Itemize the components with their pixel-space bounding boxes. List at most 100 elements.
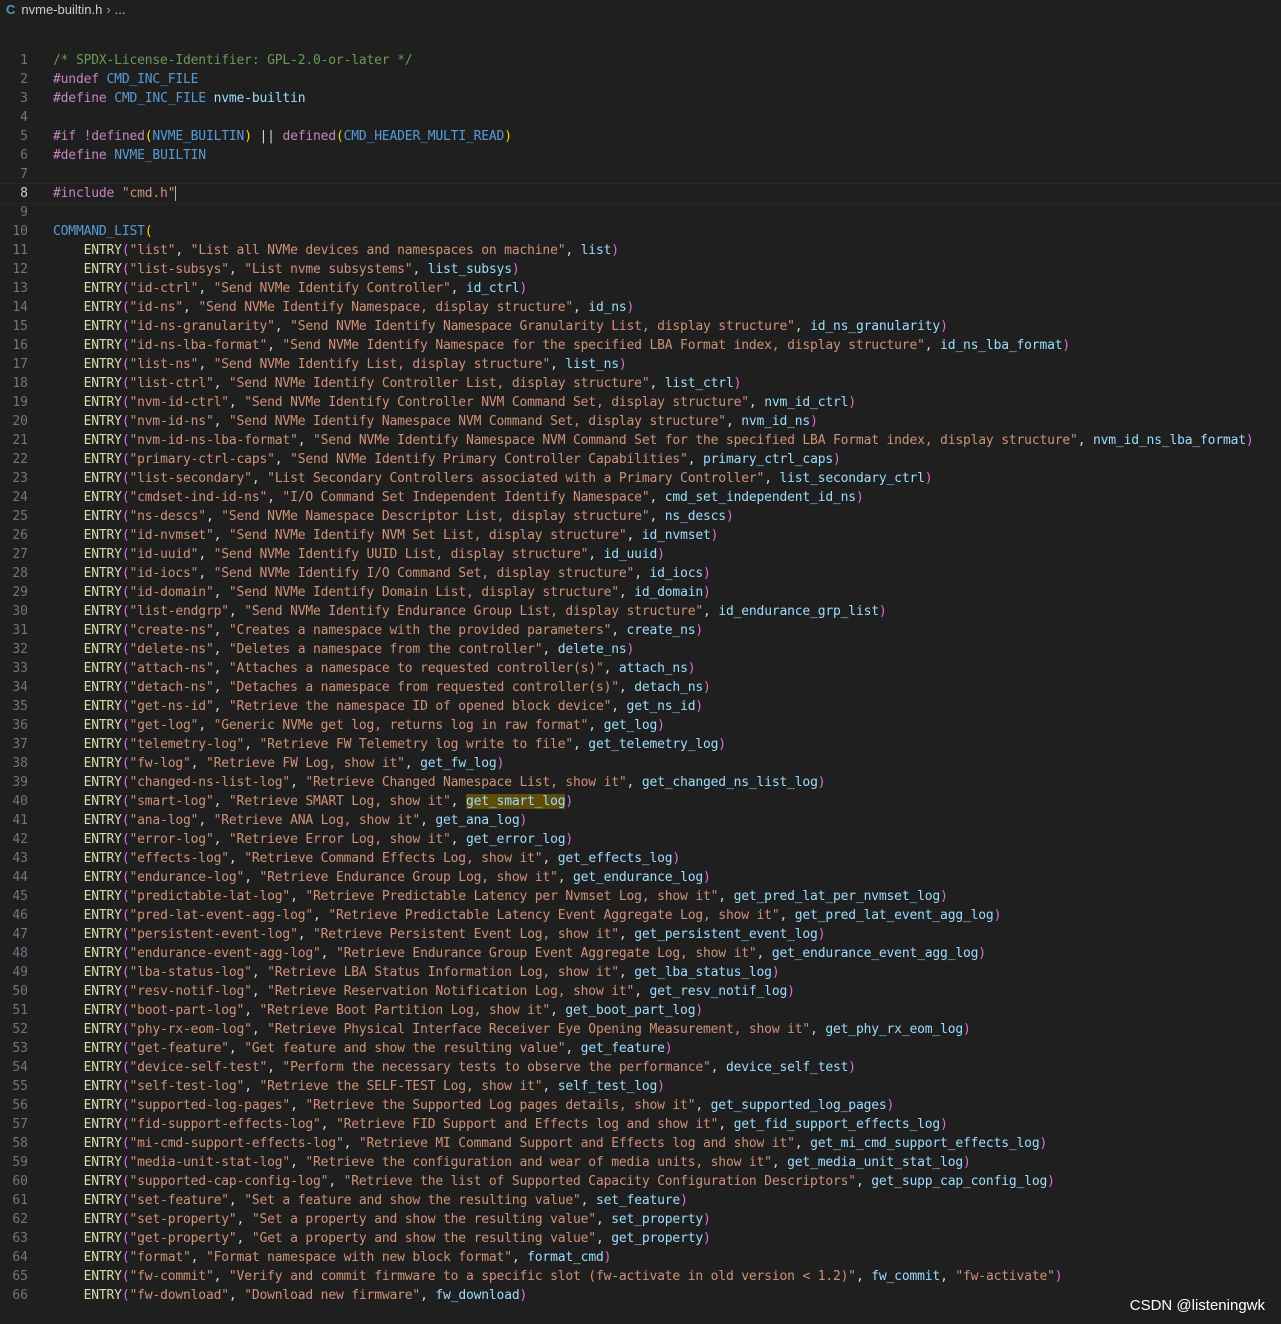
- line-code: ENTRY("nvm-id-ctrl", "Send NVMe Identify…: [83, 395, 857, 410]
- line-number: 24: [12, 490, 28, 505]
- code-line[interactable]: 45 ENTRY("predictable-lat-log", "Retriev…: [0, 887, 1281, 906]
- code-line[interactable]: 15 ENTRY("id-ns-granularity", "Send NVMe…: [0, 317, 1281, 336]
- code-line[interactable]: 5 #if !defined(NVME_BUILTIN) || defined(C…: [0, 127, 1281, 146]
- code-line[interactable]: 41 ENTRY("ana-log", "Retrieve ANA Log, s…: [0, 811, 1281, 830]
- line-code: ENTRY("id-nvmset", "Send NVMe Identify N…: [83, 528, 719, 543]
- code-line[interactable]: 13 ENTRY("id-ctrl", "Send NVMe Identify …: [0, 279, 1281, 298]
- code-line[interactable]: 36 ENTRY("get-log", "Generic NVMe get lo…: [0, 716, 1281, 735]
- code-line[interactable]: 24 ENTRY("cmdset-ind-id-ns", "I/O Comman…: [0, 488, 1281, 507]
- line-number: 6: [20, 148, 28, 163]
- code-line[interactable]: 29 ENTRY("id-domain", "Send NVMe Identif…: [0, 583, 1281, 602]
- line-number: 50: [12, 984, 28, 999]
- code-line[interactable]: 44 ENTRY("endurance-log", "Retrieve Endu…: [0, 868, 1281, 887]
- line-code: ENTRY("id-ns-granularity", "Send NVMe Id…: [83, 319, 948, 334]
- code-line[interactable]: 23 ENTRY("list-secondary", "List Seconda…: [0, 469, 1281, 488]
- code-line[interactable]: 10 COMMAND_LIST(: [0, 222, 1281, 241]
- code-line[interactable]: 26 ENTRY("id-nvmset", "Send NVMe Identif…: [0, 526, 1281, 545]
- code-line[interactable]: 49 ENTRY("lba-status-log", "Retrieve LBA…: [0, 963, 1281, 982]
- code-line[interactable]: 22 ENTRY("primary-ctrl-caps", "Send NVMe…: [0, 450, 1281, 469]
- code-line[interactable]: 40 ENTRY("smart-log", "Retrieve SMART Lo…: [0, 792, 1281, 811]
- code-line[interactable]: 6 #define NVME_BUILTIN: [0, 146, 1281, 165]
- code-line[interactable]: 55 ENTRY("self-test-log", "Retrieve the …: [0, 1077, 1281, 1096]
- code-line[interactable]: 39 ENTRY("changed-ns-list-log", "Retriev…: [0, 773, 1281, 792]
- code-line[interactable]: 65 ENTRY("fw-commit", "Verify and commit…: [0, 1267, 1281, 1286]
- code-line[interactable]: 34 ENTRY("detach-ns", "Detaches a namesp…: [0, 678, 1281, 697]
- code-line[interactable]: 48 ENTRY("endurance-event-agg-log", "Ret…: [0, 944, 1281, 963]
- code-line[interactable]: 59 ENTRY("media-unit-stat-log", "Retriev…: [0, 1153, 1281, 1172]
- code-line[interactable]: 35 ENTRY("get-ns-id", "Retrieve the name…: [0, 697, 1281, 716]
- line-number: 30: [12, 604, 28, 619]
- breadcrumb-file[interactable]: nvme-builtin.h: [21, 2, 102, 17]
- line-code: ENTRY("changed-ns-list-log", "Retrieve C…: [83, 775, 826, 790]
- code-line[interactable]: 32 ENTRY("delete-ns", "Deletes a namespa…: [0, 640, 1281, 659]
- code-line[interactable]: 43 ENTRY("effects-log", "Retrieve Comman…: [0, 849, 1281, 868]
- code-line[interactable]: 3 #define CMD_INC_FILE nvme-builtin: [0, 89, 1281, 108]
- code-line[interactable]: 51 ENTRY("boot-part-log", "Retrieve Boot…: [0, 1001, 1281, 1020]
- line-code: ENTRY("set-property", "Set a property an…: [83, 1212, 711, 1227]
- line-code: ENTRY("supported-cap-config-log", "Retri…: [83, 1174, 1055, 1189]
- code-line[interactable]: 16 ENTRY("id-ns-lba-format", "Send NVMe …: [0, 336, 1281, 355]
- code-line[interactable]: 20 ENTRY("nvm-id-ns", "Send NVMe Identif…: [0, 412, 1281, 431]
- line-number: 1: [20, 53, 28, 68]
- line-number: 43: [12, 851, 28, 866]
- code-line[interactable]: 1 /* SPDX-License-Identifier: GPL-2.0-or-…: [0, 51, 1281, 70]
- code-line[interactable]: 9: [0, 203, 1281, 222]
- line-code: ENTRY("format", "Format namespace with n…: [83, 1250, 612, 1265]
- line-number: 47: [12, 927, 28, 942]
- line-number: 9: [20, 205, 28, 220]
- line-code: ENTRY("nvm-id-ns-lba-format", "Send NVMe…: [83, 433, 1254, 448]
- code-line[interactable]: 33 ENTRY("attach-ns", "Attaches a namesp…: [0, 659, 1281, 678]
- code-line[interactable]: 63 ENTRY("get-property", "Get a property…: [0, 1229, 1281, 1248]
- code-line[interactable]: 50 ENTRY("resv-notif-log", "Retrieve Res…: [0, 982, 1281, 1001]
- line-code: ENTRY("boot-part-log", "Retrieve Boot Pa…: [83, 1003, 704, 1018]
- code-line[interactable]: 28 ENTRY("id-iocs", "Send NVMe Identify …: [0, 564, 1281, 583]
- line-number: 42: [12, 832, 28, 847]
- code-line[interactable]: 18 ENTRY("list-ctrl", "Send NVMe Identif…: [0, 374, 1281, 393]
- line-code: ENTRY("pred-lat-event-agg-log", "Retriev…: [83, 908, 1002, 923]
- line-code: ENTRY("nvm-id-ns", "Send NVMe Identify N…: [83, 414, 818, 429]
- code-line[interactable]: 53 ENTRY("get-feature", "Get feature and…: [0, 1039, 1281, 1058]
- code-line[interactable]: 27 ENTRY("id-uuid", "Send NVMe Identify …: [0, 545, 1281, 564]
- code-line[interactable]: 2 #undef CMD_INC_FILE: [0, 70, 1281, 89]
- code-editor[interactable]: 1 /* SPDX-License-Identifier: GPL-2.0-or-…: [0, 51, 1281, 1305]
- code-line[interactable]: 25 ENTRY("ns-descs", "Send NVMe Namespac…: [0, 507, 1281, 526]
- line-code: #define CMD_INC_FILE nvme-builtin: [53, 91, 306, 106]
- code-line[interactable]: 64 ENTRY("format", "Format namespace wit…: [0, 1248, 1281, 1267]
- code-line[interactable]: 57 ENTRY("fid-support-effects-log", "Ret…: [0, 1115, 1281, 1134]
- code-line[interactable]: 12 ENTRY("list-subsys", "List nvme subsy…: [0, 260, 1281, 279]
- code-line[interactable]: 61 ENTRY("set-feature", "Set a feature a…: [0, 1191, 1281, 1210]
- code-line[interactable]: 4: [0, 108, 1281, 127]
- code-line[interactable]: 46 ENTRY("pred-lat-event-agg-log", "Retr…: [0, 906, 1281, 925]
- breadcrumb-more[interactable]: ...: [115, 2, 126, 17]
- code-line[interactable]: 11 ENTRY("list", "List all NVMe devices …: [0, 241, 1281, 260]
- code-line[interactable]: 38 ENTRY("fw-log", "Retrieve FW Log, sho…: [0, 754, 1281, 773]
- code-line[interactable]: 47 ENTRY("persistent-event-log", "Retrie…: [0, 925, 1281, 944]
- code-line[interactable]: 7: [0, 165, 1281, 184]
- line-number: 17: [12, 357, 28, 372]
- line-code: ENTRY("id-ctrl", "Send NVMe Identify Con…: [83, 281, 528, 296]
- line-number: 55: [12, 1079, 28, 1094]
- code-line[interactable]: 31 ENTRY("create-ns", "Creates a namespa…: [0, 621, 1281, 640]
- code-line[interactable]: 60 ENTRY("supported-cap-config-log", "Re…: [0, 1172, 1281, 1191]
- code-line[interactable]: 42 ENTRY("error-log", "Retrieve Error Lo…: [0, 830, 1281, 849]
- code-line[interactable]: 62 ENTRY("set-property", "Set a property…: [0, 1210, 1281, 1229]
- code-line[interactable]: 21 ENTRY("nvm-id-ns-lba-format", "Send N…: [0, 431, 1281, 450]
- line-code: ENTRY("media-unit-stat-log", "Retrieve t…: [83, 1155, 971, 1170]
- code-line[interactable]: 66 ENTRY("fw-download", "Download new fi…: [0, 1286, 1281, 1305]
- text-cursor: [175, 186, 177, 201]
- line-code: ENTRY("mi-cmd-support-effects-log", "Ret…: [83, 1136, 1048, 1151]
- line-code: ENTRY("list-ns", "Send NVMe Identify Lis…: [83, 357, 627, 372]
- code-line[interactable]: 30 ENTRY("list-endgrp", "Send NVMe Ident…: [0, 602, 1281, 621]
- code-line[interactable]: 8 #include "cmd.h": [0, 183, 1281, 204]
- code-line[interactable]: 54 ENTRY("device-self-test", "Perform th…: [0, 1058, 1281, 1077]
- code-line[interactable]: 58 ENTRY("mi-cmd-support-effects-log", "…: [0, 1134, 1281, 1153]
- code-line[interactable]: 17 ENTRY("list-ns", "Send NVMe Identify …: [0, 355, 1281, 374]
- code-line[interactable]: 56 ENTRY("supported-log-pages", "Retriev…: [0, 1096, 1281, 1115]
- line-number: 32: [12, 642, 28, 657]
- code-line[interactable]: 19 ENTRY("nvm-id-ctrl", "Send NVMe Ident…: [0, 393, 1281, 412]
- code-line[interactable]: 52 ENTRY("phy-rx-eom-log", "Retrieve Phy…: [0, 1020, 1281, 1039]
- line-number: 52: [12, 1022, 28, 1037]
- code-line[interactable]: 14 ENTRY("id-ns", "Send NVMe Identify Na…: [0, 298, 1281, 317]
- line-number: 37: [12, 737, 28, 752]
- code-line[interactable]: 37 ENTRY("telemetry-log", "Retrieve FW T…: [0, 735, 1281, 754]
